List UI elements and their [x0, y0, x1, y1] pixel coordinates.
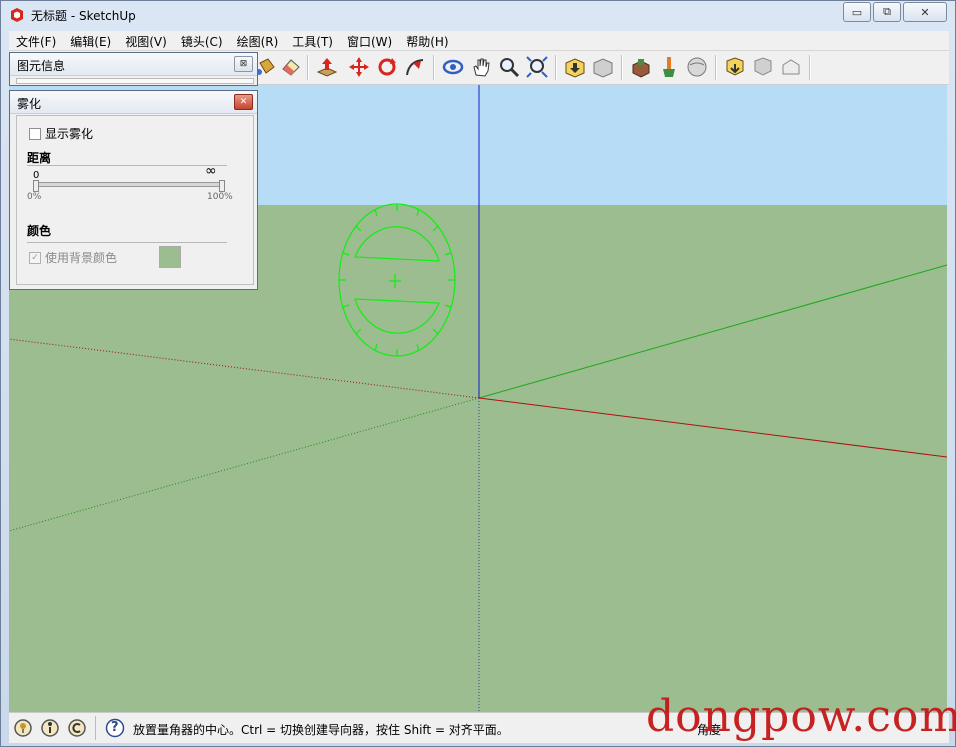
zoom-extents-icon[interactable]: [525, 55, 549, 79]
entity-info-close-button[interactable]: ⊠: [234, 56, 253, 72]
show-fog-checkbox[interactable]: [29, 128, 41, 140]
warehouse-share-model-icon[interactable]: [591, 55, 615, 79]
fog-color-swatch[interactable]: [159, 246, 181, 268]
slider-min-label: 0%: [27, 192, 42, 202]
menu-camera[interactable]: 镜头(C): [174, 31, 230, 50]
rotate-icon[interactable]: [375, 55, 399, 79]
watermark-text: dongpow.com: [646, 691, 956, 742]
move-icon[interactable]: [347, 55, 371, 79]
preview-earth-icon[interactable]: [685, 55, 709, 79]
fog-title: 雾化: [17, 97, 42, 111]
use-bg-color-label: 使用背景颜色: [45, 251, 118, 265]
menu-file[interactable]: 文件(F): [9, 31, 63, 50]
get-photo-texture-icon[interactable]: [723, 55, 747, 79]
close-window-button[interactable]: ✕: [903, 2, 947, 22]
sketchup-window: 无标题 - SketchUp ▭ ⧉ ✕ 文件(F) 编辑(E) 视图(V) 镜…: [0, 0, 956, 747]
menu-edit[interactable]: 编辑(E): [63, 31, 118, 50]
eraser-icon[interactable]: [279, 55, 303, 79]
components-icon[interactable]: [629, 55, 653, 79]
status-text: 放置量角器的中心。Ctrl = 切换创建导向器，按住 Shift = 对齐平面。: [133, 723, 509, 737]
credits-icon[interactable]: [40, 718, 60, 738]
fog-distance-slider[interactable]: [35, 182, 223, 187]
menu-window[interactable]: 窗口(W): [340, 31, 399, 50]
window-title: 无标题 - SketchUp: [31, 9, 136, 23]
extension-warehouse-icon[interactable]: [779, 55, 803, 79]
geo-location-icon[interactable]: [13, 718, 33, 738]
maximize-button[interactable]: ⧉: [873, 2, 901, 22]
sketchup-logo-icon: [11, 8, 23, 22]
menu-view[interactable]: 视图(V): [118, 31, 174, 50]
fog-close-button[interactable]: ✕: [234, 94, 253, 110]
warehouse-get-models-icon[interactable]: [563, 55, 587, 79]
entity-info-header[interactable]: 图元信息 ⊠: [10, 53, 257, 76]
show-fog-label: 显示雾化: [45, 127, 94, 141]
use-bg-color-checkbox[interactable]: ✓: [29, 252, 41, 264]
title-bar[interactable]: 无标题 - SketchUp ▭ ⧉ ✕: [1, 1, 955, 29]
help-glyph: ?: [111, 720, 119, 735]
pan-icon[interactable]: [469, 55, 493, 79]
fog-header[interactable]: 雾化 ✕: [10, 91, 257, 114]
slider-max-label: 100%: [207, 192, 233, 202]
menu-bar: 文件(F) 编辑(E) 视图(V) 镜头(C) 绘图(R) 工具(T) 窗口(W…: [9, 31, 949, 51]
slider-handle-start[interactable]: [33, 180, 39, 192]
follow-me-icon[interactable]: [403, 55, 427, 79]
entity-info-body: [16, 78, 254, 84]
push-pull-icon[interactable]: [315, 55, 339, 79]
menu-draw[interactable]: 绘图(R): [230, 31, 286, 50]
distance-label: 距离: [27, 151, 52, 165]
entity-info-title: 图元信息: [17, 59, 66, 73]
distance-divider: [27, 165, 227, 166]
menu-help[interactable]: 帮助(H): [399, 31, 455, 50]
slider-handle-end[interactable]: [219, 180, 225, 192]
minimize-button[interactable]: ▭: [843, 2, 871, 22]
color-label: 颜色: [27, 224, 52, 238]
fog-body: 显示雾化 距离 0 ∞ 0% 100% 颜色 ✓ 使用背景颜色: [16, 115, 254, 285]
status-divider: [95, 716, 96, 740]
orbit-icon[interactable]: [441, 55, 465, 79]
entity-info-panel: 图元信息 ⊠: [9, 52, 258, 86]
fog-panel: 雾化 ✕ 显示雾化 距离 0 ∞ 0% 100% 颜色 ✓ 使用背景颜色: [9, 90, 258, 290]
share-component-icon[interactable]: [751, 55, 775, 79]
color-divider: [27, 242, 227, 243]
slider-end-symbol: ∞: [205, 163, 217, 179]
sign-in-icon[interactable]: [67, 718, 87, 738]
menu-tools[interactable]: 工具(T): [285, 31, 340, 50]
zoom-icon[interactable]: [497, 55, 521, 79]
styles-icon[interactable]: [657, 55, 681, 79]
